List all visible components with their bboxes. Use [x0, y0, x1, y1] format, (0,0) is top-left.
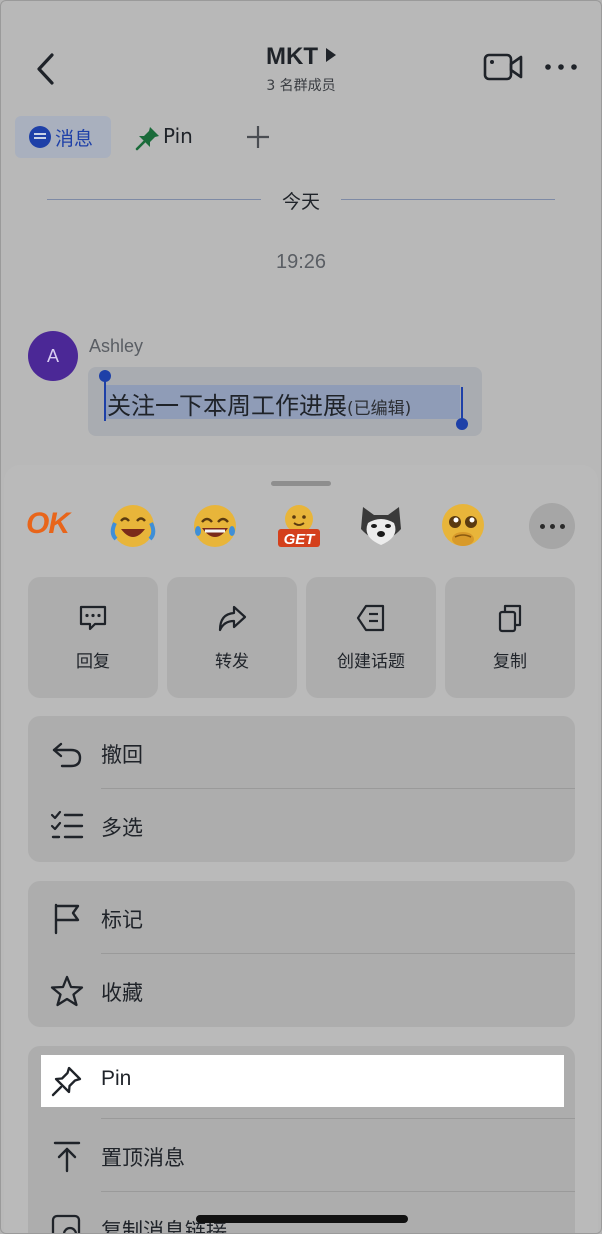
- message-time: 19:26: [275, 251, 327, 273]
- favorite-menu-item[interactable]: 收藏: [28, 954, 575, 1027]
- message-text[interactable]: 关注一下本周工作进展(已编辑): [107, 386, 411, 421]
- flag-menu-item[interactable]: 标记: [28, 881, 575, 954]
- create-topic-label: 创建话题: [337, 652, 405, 672]
- copy-link-menu-item[interactable]: 复制消息链接: [28, 1192, 575, 1233]
- recall-label: 撤回: [101, 743, 143, 767]
- app-screen: MKT 3 名群成员 消息 Pin 今天 19:26 A Ashley 关注一下…: [0, 0, 602, 1234]
- recall-menu-item[interactable]: 撤回: [28, 716, 575, 789]
- more-reactions-button[interactable]: [529, 503, 575, 549]
- quick-actions: 回复 转发 创建话题 复制: [28, 577, 576, 698]
- chat-header: MKT 3 名群成员: [1, 1, 601, 111]
- flag-icon: [54, 903, 80, 935]
- dot: [540, 524, 545, 529]
- favorite-label: 收藏: [101, 981, 143, 1005]
- pin-icon: [135, 127, 159, 151]
- pin-menu-item[interactable]: Pin: [41, 1055, 564, 1107]
- tab-messages-label: 消息: [55, 128, 94, 150]
- edited-tag: (已编辑): [347, 399, 412, 419]
- husky-emoji[interactable]: [356, 501, 406, 551]
- pin-label: Pin: [101, 1067, 132, 1090]
- flag-label: 标记: [101, 908, 143, 932]
- reply-bubble-icon: [79, 605, 107, 631]
- laugh-cry-emoji[interactable]: [108, 501, 158, 551]
- copy-label: 复制: [493, 652, 527, 672]
- video-call-button[interactable]: [483, 51, 523, 83]
- message-body: 关注一下本周工作进展: [107, 392, 347, 420]
- get-emoji[interactable]: GET: [274, 501, 324, 551]
- link-icon: [51, 1214, 81, 1233]
- ok-text: OK: [26, 507, 70, 540]
- forward-button[interactable]: 转发: [167, 577, 297, 698]
- pin-to-top-icon: [53, 1141, 81, 1173]
- chat-bubble-icon: [29, 126, 51, 148]
- tab-pin-label: Pin: [163, 124, 193, 148]
- reply-button[interactable]: 回复: [28, 577, 158, 698]
- reaction-bar: OK GET: [4, 501, 598, 551]
- multi-select-icon: [50, 810, 84, 839]
- menu-group-1: 撤回 多选: [28, 716, 575, 862]
- sender-name: Ashley: [89, 336, 144, 356]
- message-bubble[interactable]: 关注一下本周工作进展(已编辑): [88, 367, 482, 436]
- selection-start-knob[interactable]: [99, 370, 111, 382]
- multi-select-menu-item[interactable]: 多选: [28, 789, 575, 862]
- day-label: 今天: [281, 191, 320, 213]
- dot: [550, 524, 555, 529]
- pin-to-top-menu-item[interactable]: 置顶消息: [28, 1119, 575, 1192]
- create-topic-button[interactable]: 创建话题: [306, 577, 436, 698]
- pin-to-top-label: 置顶消息: [101, 1146, 185, 1170]
- tab-pin[interactable]: Pin: [133, 116, 223, 158]
- chat-title[interactable]: MKT: [266, 43, 318, 70]
- undo-icon: [52, 742, 82, 768]
- sheet-grabber[interactable]: [271, 481, 331, 486]
- message-action-sheet: OK GET 回复 转发 创建话题 复制 撤回 多选 标记 收藏 Pin 置顶消…: [4, 465, 598, 1233]
- caret-right-icon: [325, 48, 336, 62]
- tab-messages[interactable]: 消息: [15, 116, 111, 158]
- star-icon: [50, 975, 84, 1007]
- copy-button[interactable]: 复制: [445, 577, 575, 698]
- reply-label: 回复: [76, 652, 110, 672]
- home-indicator[interactable]: [196, 1215, 408, 1223]
- get-text: GET: [284, 531, 317, 548]
- forward-label: 转发: [215, 652, 249, 672]
- menu-group-3: Pin 置顶消息 复制消息链接: [28, 1046, 575, 1233]
- laughing-emoji[interactable]: [190, 501, 240, 551]
- avatar[interactable]: A: [28, 331, 78, 381]
- ok-reaction[interactable]: OK: [4, 501, 104, 551]
- forward-arrow-icon: [218, 605, 247, 632]
- pin-icon: [51, 1066, 82, 1097]
- topic-icon: [356, 604, 385, 632]
- pleading-emoji[interactable]: [438, 501, 488, 551]
- dot: [560, 524, 565, 529]
- copy-icon: [498, 604, 522, 633]
- multi-select-label: 多选: [101, 816, 143, 840]
- menu-group-2: 标记 收藏: [28, 881, 575, 1027]
- more-options-button[interactable]: [543, 59, 579, 75]
- selection-end-knob[interactable]: [456, 418, 468, 430]
- add-tab-button[interactable]: [243, 122, 273, 152]
